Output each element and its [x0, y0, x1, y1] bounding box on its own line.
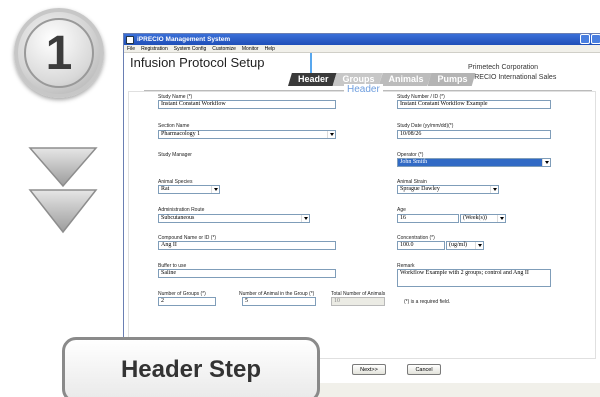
study-name-input[interactable]: Instant Constant Workflow — [158, 100, 336, 109]
chevron-down-icon — [542, 159, 550, 166]
concentration-unit-select[interactable]: (ug/ml) — [446, 241, 484, 250]
chevron-down-icon — [475, 242, 483, 249]
compound-input[interactable]: Ang II — [158, 241, 336, 250]
section-title: Header — [344, 84, 383, 95]
operator-select[interactable]: John Smith — [397, 158, 551, 167]
stage: 1 iPRECIO Management System File Registr… — [0, 0, 600, 397]
window-controls — [580, 34, 600, 44]
age-unit-select[interactable]: (Week(s)) — [460, 214, 506, 223]
num-groups-input[interactable]: 2 — [158, 297, 216, 306]
active-tab-marker — [310, 53, 312, 75]
menu-registration[interactable]: Registration — [141, 46, 168, 52]
step-number: 1 — [24, 18, 94, 88]
menu-system-config[interactable]: System Config — [174, 46, 207, 52]
study-number-input[interactable]: Instant Constant Workflow Example — [397, 100, 551, 109]
animal-strain-value: Sprague Dawley — [400, 186, 440, 192]
administration-route-select[interactable]: Subcutaneous — [158, 214, 310, 223]
age-label: Age — [397, 207, 406, 213]
company-info: Primetech Corporation iPRECIO Internatio… — [468, 63, 556, 83]
window-title: iPRECIO Management System — [137, 36, 231, 43]
buffer-input[interactable]: Saline — [158, 269, 336, 278]
menu-customize[interactable]: Customize — [212, 46, 236, 52]
animal-species-value: Rat — [161, 186, 170, 192]
chevron-down-icon — [28, 147, 98, 234]
study-manager-label: Study Manager — [158, 152, 192, 158]
animal-species-select[interactable]: Rat — [158, 185, 220, 194]
cancel-button[interactable]: Cancel — [407, 364, 441, 375]
study-date-input[interactable]: 10/08/26 — [397, 130, 551, 139]
tab-pumps[interactable]: Pumps — [427, 73, 476, 86]
animal-strain-select[interactable]: Sprague Dawley — [397, 185, 499, 194]
chevron-down-icon — [327, 131, 335, 138]
tab-header[interactable]: Header — [288, 73, 337, 86]
menu-bar: File Registration System Config Customiz… — [124, 45, 600, 53]
section-name-select[interactable]: Pharmacology 1 — [158, 130, 336, 139]
section-name-value: Pharmacology 1 — [161, 131, 201, 137]
required-note: (*) is a required field. — [404, 299, 451, 305]
next-button[interactable]: Next>> — [352, 364, 386, 375]
company-division: iPRECIO International Sales — [468, 74, 557, 81]
age-input[interactable]: 16 — [397, 214, 459, 223]
operator-value: John Smith — [400, 159, 428, 165]
age-unit-value: (Week(s)) — [463, 215, 487, 221]
menu-file[interactable]: File — [127, 46, 135, 52]
company-name: Primetech Corporation — [468, 64, 539, 71]
study-date-label: Study Date (yy/mm/dd)(*) — [397, 123, 454, 129]
app-icon — [126, 35, 134, 44]
total-animals-input: 10 — [331, 297, 385, 306]
minimize-button[interactable] — [580, 34, 590, 44]
num-animals-group-input[interactable]: 5 — [242, 297, 316, 306]
step-label: Header Step — [62, 337, 320, 397]
step-number-badge: 1 — [14, 8, 104, 98]
concentration-input[interactable]: 100.0 — [397, 241, 445, 250]
menu-monitor[interactable]: Monitor — [242, 46, 259, 52]
page-title: Infusion Protocol Setup — [130, 55, 265, 70]
administration-route-value: Subcutaneous — [161, 215, 195, 221]
maximize-button[interactable] — [591, 34, 600, 44]
administration-route-label: Administration Route — [158, 207, 205, 213]
chevron-down-icon — [211, 186, 219, 193]
section-name-label: Section Name — [158, 123, 190, 129]
title-bar: iPRECIO Management System — [124, 34, 600, 45]
main-content: Infusion Protocol Setup Primetech Corpor… — [124, 53, 600, 383]
remark-textarea[interactable]: Workflow Example with 2 groups; control … — [397, 269, 551, 287]
menu-help[interactable]: Help — [265, 46, 275, 52]
chevron-down-icon — [497, 215, 505, 222]
chevron-down-icon — [490, 186, 498, 193]
chevron-down-icon — [301, 215, 309, 222]
concentration-unit-value: (ug/ml) — [449, 242, 467, 248]
tab-animals[interactable]: Animals — [378, 73, 432, 86]
